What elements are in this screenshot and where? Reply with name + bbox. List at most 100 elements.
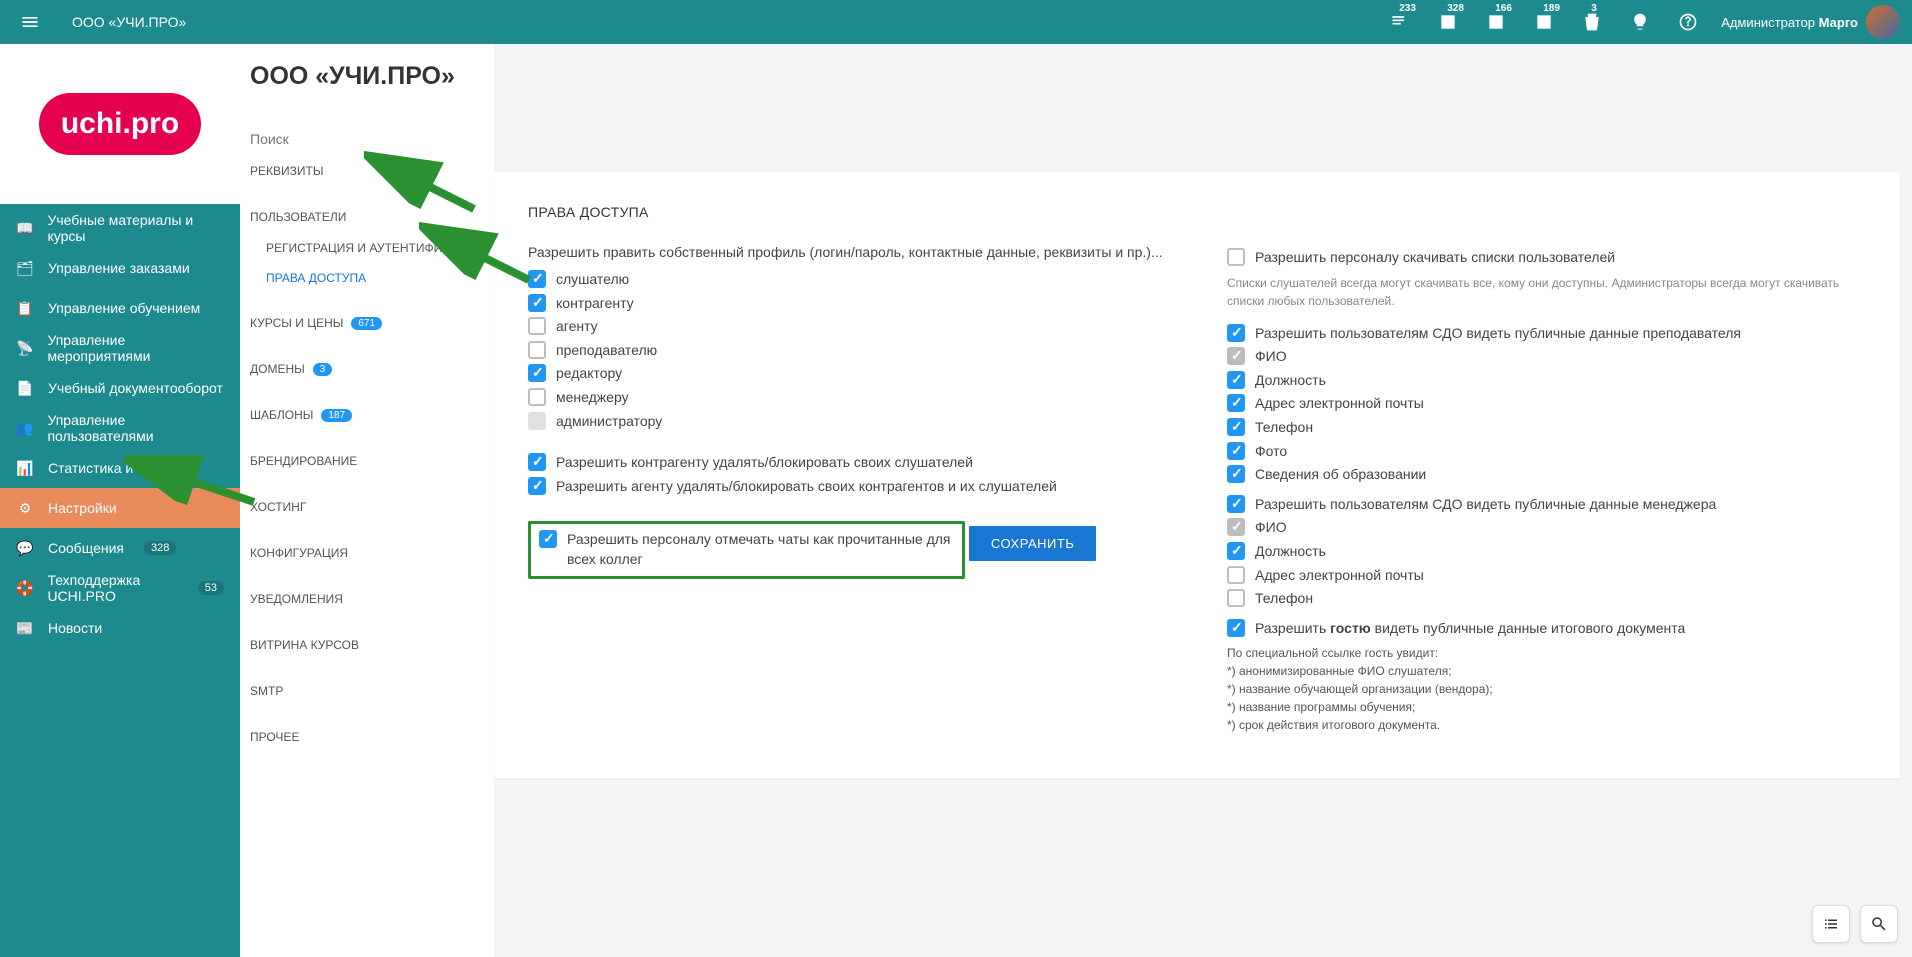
role-item-5[interactable]: менеджеру <box>528 388 1167 408</box>
sidebar-item-4[interactable]: 📄Учебный документооборот <box>0 368 240 408</box>
sidebar-item-3[interactable]: 📡Управление мероприятиями <box>0 328 240 368</box>
perm-download-lists[interactable]: Разрешить персоналу скачивать списки пол… <box>1227 248 1866 268</box>
role-item-4[interactable]: редактору <box>528 364 1167 384</box>
checkbox[interactable] <box>1227 324 1245 342</box>
topbar-org[interactable]: ООО «УЧИ.ПРО» <box>72 14 186 30</box>
checkbox[interactable] <box>528 388 546 406</box>
subnav-item-8[interactable]: ХОСТИНГ <box>240 491 494 523</box>
checkbox[interactable] <box>528 317 546 335</box>
sidebar-item-label: Управление пользователями <box>47 412 224 444</box>
sidebar-item-2[interactable]: 📋Управление обучением <box>0 288 240 328</box>
nav-icon: 📄 <box>16 380 34 397</box>
subnav-label: SMTP <box>250 684 283 698</box>
sidebar-item-9[interactable]: 🛟Техподдержка UCHI.PRO53 <box>0 568 240 608</box>
checkbox[interactable] <box>1227 418 1245 436</box>
manager-field-1[interactable]: Должность <box>1227 542 1866 562</box>
perm-teacher-public[interactable]: Разрешить пользователям СДО видеть публи… <box>1227 324 1866 344</box>
sidebar-item-label: Новости <box>48 620 102 636</box>
role-item-2[interactable]: агенту <box>528 317 1167 337</box>
topbar-icon-5[interactable]: 3 <box>1575 5 1609 39</box>
topbar-icon-3[interactable]: 166 <box>1479 5 1513 39</box>
nav-icon: ⚙ <box>16 500 34 517</box>
topbar-icon-4[interactable]: 189 <box>1527 5 1561 39</box>
topbar-icon-2[interactable]: 328 <box>1431 5 1465 39</box>
avatar[interactable] <box>1866 5 1900 39</box>
sidebar-item-label: Учебные материалы и курсы <box>47 212 224 244</box>
sidebar-item-1[interactable]: 🗂Управление заказами <box>0 248 240 288</box>
checkbox[interactable] <box>1227 394 1245 412</box>
checkbox[interactable] <box>1227 442 1245 460</box>
logo[interactable]: uchi.pro <box>0 44 240 204</box>
checkbox[interactable] <box>539 530 557 548</box>
subnav-item-11[interactable]: ВИТРИНА КУРСОВ <box>240 629 494 661</box>
manager-field-2[interactable]: Адрес электронной почты <box>1227 566 1866 586</box>
user-label: Администратор Марго <box>1721 15 1858 30</box>
save-button[interactable]: СОХРАНИТЬ <box>969 526 1096 561</box>
subnav-item-12[interactable]: SMTP <box>240 675 494 707</box>
sidebar-item-5[interactable]: 👥Управление пользователями <box>0 408 240 448</box>
teacher-field-1[interactable]: Должность <box>1227 371 1866 391</box>
checkbox[interactable] <box>1227 619 1245 637</box>
content: ПРАВА ДОСТУПА Разрешить править собствен… <box>494 44 1912 957</box>
checkbox[interactable] <box>1227 566 1245 584</box>
field-label: Телефон <box>1255 589 1313 609</box>
float-search-icon[interactable] <box>1860 905 1898 943</box>
checkbox[interactable] <box>528 477 546 495</box>
teacher-field-4[interactable]: Фото <box>1227 442 1866 462</box>
field-label: Адрес электронной почты <box>1255 394 1424 414</box>
float-list-icon[interactable] <box>1812 905 1850 943</box>
manager-field-0: ФИО <box>1227 518 1866 538</box>
subnav-item-4[interactable]: КУРСЫ И ЦЕНЫ671 <box>240 307 494 339</box>
checkbox[interactable] <box>1227 465 1245 483</box>
subnav-item-9[interactable]: КОНФИГУРАЦИЯ <box>240 537 494 569</box>
sidebar-item-8[interactable]: 💬Сообщения328 <box>0 528 240 568</box>
user-block[interactable]: Администратор Марго <box>1721 5 1900 39</box>
subnav-label: РЕКВИЗИТЫ <box>250 164 323 178</box>
subnav-label: КОНФИГУРАЦИЯ <box>250 546 348 560</box>
role-item-3[interactable]: преподавателю <box>528 341 1167 361</box>
field-label: Фото <box>1255 442 1287 462</box>
perm-contr-delete[interactable]: Разрешить контрагенту удалять/блокироват… <box>528 453 1167 473</box>
role-label: администратору <box>556 412 662 432</box>
subnav-label: ШАБЛОНЫ <box>250 408 313 422</box>
icon-badge: 189 <box>1543 3 1560 14</box>
checkbox[interactable] <box>1227 495 1245 513</box>
guest-hint-line: *) анонимизированные ФИО слушателя; <box>1227 662 1866 680</box>
role-item-1[interactable]: контрагенту <box>528 294 1167 314</box>
subnav-label: КУРСЫ И ЦЕНЫ <box>250 316 343 330</box>
perm-guest-public[interactable]: Разрешить гостю видеть публичные данные … <box>1227 619 1866 639</box>
manager-field-3[interactable]: Телефон <box>1227 589 1866 609</box>
perm-manager-public[interactable]: Разрешить пользователям СДО видеть публи… <box>1227 495 1866 515</box>
sidebar-item-0[interactable]: 📖Учебные материалы и курсы <box>0 208 240 248</box>
help-icon[interactable] <box>1671 5 1705 39</box>
subnav-item-10[interactable]: УВЕДОМЛЕНИЯ <box>240 583 494 615</box>
checkbox[interactable] <box>528 453 546 471</box>
checkbox[interactable] <box>528 341 546 359</box>
checkbox[interactable] <box>1227 248 1245 266</box>
topbar-icon-1[interactable]: 233 <box>1383 5 1417 39</box>
subnav-item-5[interactable]: ДОМЕНЫ3 <box>240 353 494 385</box>
teacher-field-3[interactable]: Телефон <box>1227 418 1866 438</box>
perm-agent-delete[interactable]: Разрешить агенту удалять/блокировать сво… <box>528 477 1167 497</box>
hamburger-menu[interactable] <box>12 4 48 40</box>
sidebar-item-10[interactable]: 📰Новости <box>0 608 240 648</box>
field-label: ФИО <box>1255 518 1287 538</box>
perm-personnel-chats[interactable]: Разрешить персоналу отмечать чаты как пр… <box>539 530 954 569</box>
checkbox[interactable] <box>528 364 546 382</box>
subnav-item-13[interactable]: ПРОЧЕЕ <box>240 721 494 753</box>
checkbox[interactable] <box>1227 542 1245 560</box>
lightbulb-icon[interactable] <box>1623 5 1657 39</box>
nav-icon: 🛟 <box>16 580 33 597</box>
checkbox[interactable] <box>528 294 546 312</box>
role-label: редактору <box>556 364 622 384</box>
checkbox[interactable] <box>1227 371 1245 389</box>
subnav-item-6[interactable]: ШАБЛОНЫ187 <box>240 399 494 431</box>
subnav-item-7[interactable]: БРЕНДИРОВАНИЕ <box>240 445 494 477</box>
teacher-field-2[interactable]: Адрес электронной почты <box>1227 394 1866 414</box>
highlighted-permission: Разрешить персоналу отмечать чаты как пр… <box>528 521 965 578</box>
role-item-0[interactable]: слушателю <box>528 270 1167 290</box>
teacher-field-5[interactable]: Сведения об образовании <box>1227 465 1866 485</box>
nav-icon: 📊 <box>16 460 34 477</box>
icon-badge: 3 <box>1591 3 1597 14</box>
checkbox[interactable] <box>1227 589 1245 607</box>
